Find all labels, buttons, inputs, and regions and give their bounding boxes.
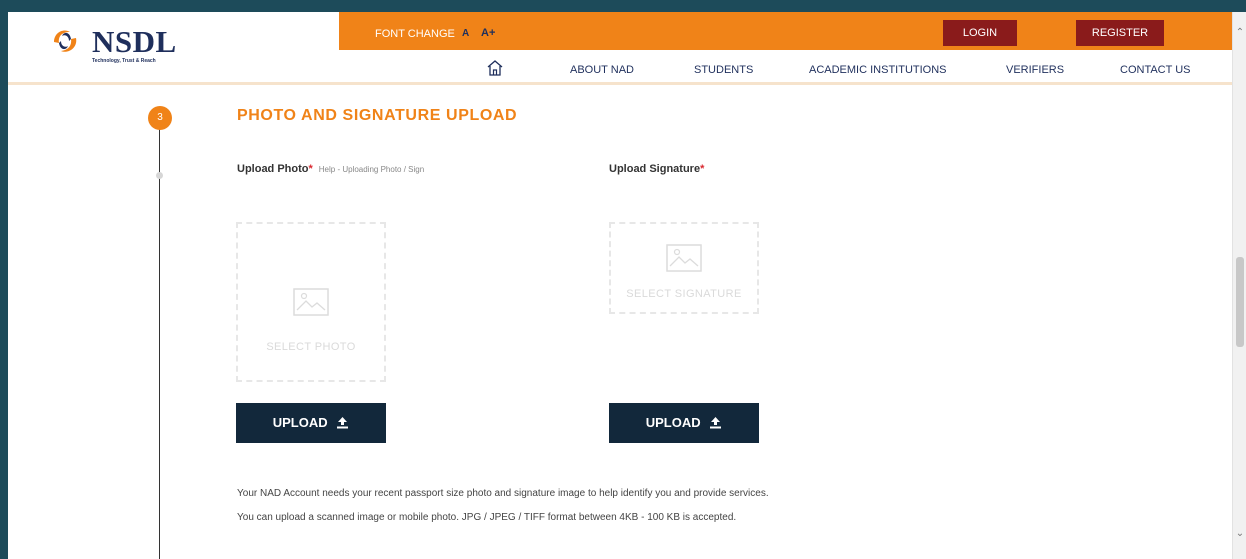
upload-signature-label-text: Upload Signature: [609, 163, 701, 175]
logo-tagline: Technology, Trust & Reach: [92, 58, 156, 64]
home-icon[interactable]: [485, 58, 505, 78]
step-number-badge: 3: [148, 106, 172, 130]
upload-photo-label: Upload Photo* Help - Uploading Photo / Si…: [237, 163, 424, 175]
nav-students[interactable]: STUDENTS: [694, 64, 753, 76]
timeline-dot: [156, 172, 163, 179]
nav-about-nad[interactable]: ABOUT NAD: [570, 64, 634, 76]
nav-verifiers[interactable]: VERIFIERS: [1006, 64, 1064, 76]
photo-drop-zone[interactable]: SELECT PHOTO: [236, 222, 386, 382]
upload-photo-button-label: UPLOAD: [272, 415, 328, 430]
header-divider: [8, 82, 1232, 85]
upload-signature-button[interactable]: UPLOAD: [609, 403, 759, 443]
logo-text[interactable]: NSDL: [92, 24, 177, 60]
register-button[interactable]: REGISTER: [1076, 20, 1164, 46]
upload-photo-button[interactable]: UPLOAD: [236, 403, 386, 443]
vertical-scrollbar[interactable]: ⌃ ⌄: [1232, 12, 1246, 559]
info-text-2: You can upload a scanned image or mobile…: [237, 512, 737, 523]
nav-contact-us[interactable]: CONTACT US: [1120, 64, 1191, 76]
scroll-up-icon[interactable]: ⌃: [1233, 26, 1246, 40]
help-link[interactable]: Help - Uploading Photo / Sign: [319, 165, 424, 174]
upload-signature-label: Upload Signature*: [609, 163, 704, 175]
font-increase-button[interactable]: A+: [481, 27, 495, 39]
browser-page: NSDL Technology, Trust & Reach FONT CHAN…: [8, 12, 1232, 559]
scrollbar-thumb[interactable]: [1236, 257, 1244, 347]
logo-area: NSDL Technology, Trust & Reach: [8, 12, 338, 84]
scroll-down-icon[interactable]: ⌄: [1233, 527, 1246, 541]
image-placeholder-icon: [666, 244, 702, 272]
required-marker: *: [700, 163, 705, 175]
section-title: PHOTO AND SIGNATURE UPLOAD: [237, 107, 518, 124]
upload-photo-label-text: Upload Photo: [237, 163, 309, 175]
signature-drop-zone[interactable]: SELECT SIGNATURE: [609, 222, 759, 314]
font-change-label: FONT CHANGE: [375, 28, 455, 40]
upload-icon: [710, 417, 722, 429]
required-marker: *: [308, 163, 313, 175]
login-button[interactable]: LOGIN: [943, 20, 1017, 46]
nav-academic-institutions[interactable]: ACADEMIC INSTITUTIONS: [809, 64, 947, 76]
image-placeholder-icon: [293, 288, 329, 316]
select-photo-text: SELECT PHOTO: [266, 341, 356, 353]
main-nav: [339, 50, 1232, 84]
upload-signature-button-label: UPLOAD: [645, 415, 701, 430]
nsdl-logo-icon[interactable]: [48, 26, 82, 56]
info-text-1: Your NAD Account needs your recent passp…: [237, 488, 769, 499]
select-signature-text: SELECT SIGNATURE: [626, 288, 742, 300]
upload-icon: [337, 417, 349, 429]
font-decrease-button[interactable]: A: [462, 28, 469, 39]
